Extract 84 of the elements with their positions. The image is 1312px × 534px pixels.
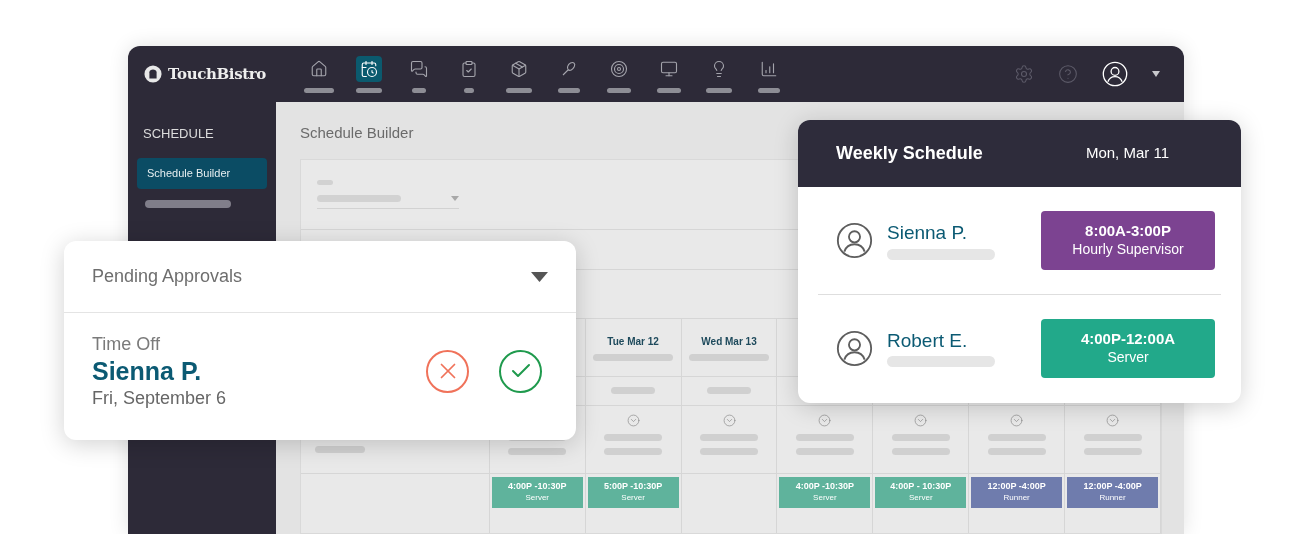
shift-block[interactable]: 4:00P - 10:30P Server [875, 476, 967, 508]
placeholder-bar [987, 433, 1046, 441]
placeholder-bar [1083, 447, 1142, 455]
placeholder-bar [657, 87, 681, 93]
placeholder-bar [607, 87, 631, 93]
shift-time: 5:00P -10:30P [603, 481, 663, 493]
chat-bubbles-icon [410, 59, 428, 78]
dropdown-caret-icon [451, 195, 459, 201]
placeholder-bar [700, 433, 758, 441]
placeholder-bar [356, 87, 382, 93]
shift-role: Runner [1003, 492, 1030, 503]
placeholder-bar [795, 447, 854, 455]
shift-role: Server [1107, 348, 1149, 367]
employee-name: Sienna P. [887, 221, 968, 245]
reject-button[interactable] [426, 349, 469, 393]
shift-time: 4:00P-12:00A [1080, 329, 1176, 349]
shift-role: Server [813, 492, 837, 503]
shift-block[interactable]: 12:00P -4:00P Runner [971, 476, 1063, 508]
user-avatar-icon[interactable] [1102, 61, 1128, 87]
placeholder-bar [611, 387, 656, 394]
clipboard-check-icon [460, 59, 478, 78]
chef-hat-logo-icon [144, 65, 162, 83]
placeholder-bar [707, 387, 751, 394]
shift-role: Hourly Supervisor [1072, 241, 1184, 259]
shift-role: Runner [1099, 492, 1126, 503]
shift-role: Server [525, 492, 549, 503]
placeholder-bar [795, 433, 854, 441]
placeholder-bar [508, 447, 567, 455]
collapse-caret-icon[interactable] [531, 271, 548, 282]
placeholder-bar [506, 87, 532, 93]
placeholder-bar [891, 447, 950, 455]
request-type: Time Off [92, 333, 161, 356]
user-avatar-icon [836, 222, 873, 259]
shift-block[interactable]: 12:00P -4:00P Runner [1067, 476, 1158, 508]
day-header: Wed Mar 13 [701, 334, 757, 349]
sidebar-item[interactable]: Schedule Builder [137, 157, 267, 189]
shift-block[interactable]: 4:00P -10:30P Server [779, 476, 871, 508]
nav-tab[interactable] [356, 55, 382, 82]
user-avatar-icon [836, 329, 873, 367]
card-title: Pending Approvals [92, 265, 243, 288]
house-icon [310, 59, 328, 78]
placeholder-bar [464, 87, 474, 93]
placeholder-bar [315, 445, 365, 453]
caret-icon[interactable] [1152, 71, 1160, 77]
shift-time: 8:00A-3:00P [1085, 222, 1171, 242]
sidebar-title: SCHEDULE [142, 125, 215, 143]
dropdown-field[interactable] [317, 194, 459, 209]
shift-role: Server [621, 492, 645, 503]
shift-time: 4:00P -10:30P [795, 481, 855, 493]
placeholder-bar [412, 87, 426, 93]
placeholder-bar [604, 433, 663, 441]
placeholder-bar [604, 447, 663, 455]
placeholder-bar [700, 447, 758, 455]
approve-button[interactable] [499, 349, 542, 393]
placeholder-bar [987, 447, 1046, 455]
page-title: Schedule Builder [300, 123, 415, 143]
brand-logo: TouchBistro [168, 63, 266, 85]
shift-block[interactable]: 4:00P -10:30P Server [491, 476, 583, 508]
placeholder-bar [758, 87, 780, 93]
box-icon [510, 59, 528, 78]
shift-block[interactable]: 8:00A-3:00P Hourly Supervisor [1041, 211, 1215, 270]
shift-time: 12:00P -4:00P [987, 481, 1046, 493]
schedule-date: Mon, Mar 11 [1085, 143, 1169, 164]
monitor-icon [660, 59, 678, 78]
calendar-clock-icon [360, 59, 378, 78]
day-header: Tue Mar 12 [607, 334, 659, 349]
card-title: Weekly Schedule [836, 142, 983, 165]
placeholder-bar [1083, 433, 1142, 441]
placeholder-bar [891, 433, 950, 441]
shift-time: 4:00P - 10:30P [890, 481, 952, 493]
bar-chart-icon [760, 59, 778, 78]
shift-time: 4:00P -10:30P [508, 481, 567, 493]
placeholder-bar [558, 87, 580, 93]
whisk-icon [560, 59, 578, 78]
shift-time: 12:00P -4:00P [1083, 481, 1142, 493]
shift-role: Server [909, 492, 933, 503]
placeholder-bar [304, 87, 334, 93]
placeholder-bar [706, 87, 732, 93]
shift-block[interactable]: 5:00P -10:30P Server [587, 476, 679, 508]
employee-name: Robert E. [887, 328, 969, 353]
request-date: Fri, September 6 [92, 386, 227, 410]
target-icon [610, 59, 628, 78]
shift-block[interactable]: 4:00P-12:00A Server [1041, 318, 1215, 378]
employee-name: Sienna P. [92, 355, 203, 387]
